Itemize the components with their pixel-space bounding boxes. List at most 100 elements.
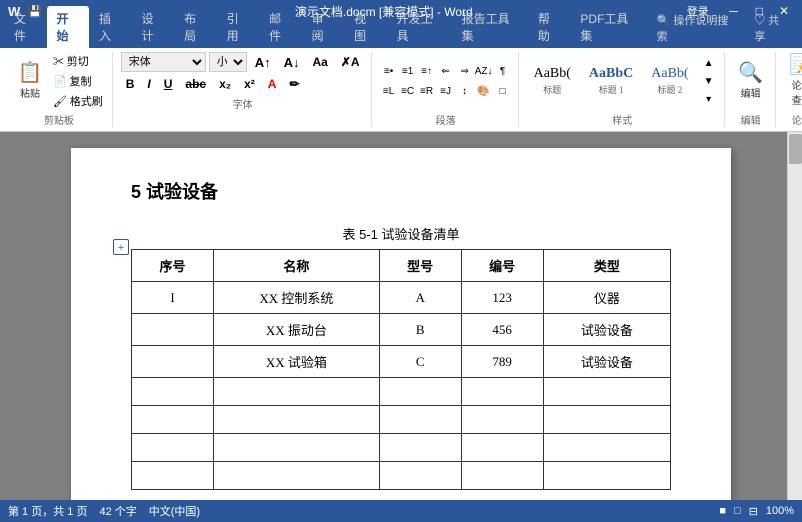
- sort-button[interactable]: AZ↓: [475, 62, 493, 80]
- cell-number[interactable]: [461, 434, 543, 462]
- share-button[interactable]: ♡ 共享: [744, 8, 798, 48]
- show-marks-button[interactable]: ¶: [494, 62, 512, 80]
- cell-model[interactable]: C: [379, 346, 461, 378]
- cell-type[interactable]: [543, 434, 670, 462]
- tab-report[interactable]: 报告工具集: [452, 6, 528, 48]
- copy-button[interactable]: 📄 复制: [50, 72, 106, 90]
- tab-layout[interactable]: 布局: [174, 6, 217, 48]
- font-grow-button[interactable]: A↑: [250, 52, 276, 72]
- cell-name[interactable]: XX 试验箱: [213, 346, 379, 378]
- table-row[interactable]: [132, 406, 671, 434]
- cell-seq[interactable]: I: [132, 282, 214, 314]
- table-row[interactable]: I XX 控制系统 A 123 仪器: [132, 282, 671, 314]
- cell-seq[interactable]: [132, 378, 214, 406]
- tab-help[interactable]: 帮助: [528, 6, 571, 48]
- table-row[interactable]: [132, 462, 671, 490]
- font-color-button[interactable]: A: [263, 74, 282, 94]
- find-button[interactable]: 🔍 编辑: [733, 61, 769, 102]
- tab-search[interactable]: 🔍 操作说明搜索: [647, 8, 745, 48]
- cut-button[interactable]: ✂ 剪切: [50, 52, 106, 70]
- styles-expand[interactable]: ▾: [700, 90, 718, 108]
- tab-mailings[interactable]: 邮件: [259, 6, 302, 48]
- cell-number[interactable]: 456: [461, 314, 543, 346]
- table-row[interactable]: [132, 434, 671, 462]
- align-right-button[interactable]: ≡R: [418, 82, 436, 100]
- scrollbar-thumb[interactable]: [789, 134, 802, 164]
- cell-seq[interactable]: [132, 434, 214, 462]
- bullets-button[interactable]: ≡•: [380, 62, 398, 80]
- decrease-indent-button[interactable]: ⇐: [437, 62, 455, 80]
- bold-button[interactable]: B: [121, 74, 140, 94]
- underline-button[interactable]: U: [159, 74, 178, 94]
- cell-name[interactable]: [213, 406, 379, 434]
- font-size-select[interactable]: 小三 三号 小四: [209, 52, 247, 72]
- cell-number[interactable]: 789: [461, 346, 543, 378]
- multilevel-button[interactable]: ≡↑: [418, 62, 436, 80]
- styles-scroll-up[interactable]: ▲: [700, 54, 718, 72]
- font-shrink-button[interactable]: A↓: [279, 52, 305, 72]
- clear-format-button[interactable]: ✗A: [336, 52, 365, 72]
- table-row[interactable]: XX 振动台 B 456 试验设备: [132, 314, 671, 346]
- cell-number[interactable]: [461, 462, 543, 490]
- cell-type[interactable]: 试验设备: [543, 314, 670, 346]
- cell-number[interactable]: [461, 406, 543, 434]
- tab-view[interactable]: 视图: [344, 6, 387, 48]
- cell-model[interactable]: [379, 406, 461, 434]
- cell-type[interactable]: 仪器: [543, 282, 670, 314]
- tab-design[interactable]: 设计: [132, 6, 175, 48]
- cell-name[interactable]: [213, 378, 379, 406]
- superscript-button[interactable]: x²: [239, 74, 260, 94]
- cell-seq[interactable]: [132, 346, 214, 378]
- paper-check-button[interactable]: 📝 论文查重: [784, 53, 802, 109]
- tab-pdf[interactable]: PDF工具集: [570, 6, 646, 48]
- shading-button[interactable]: 🎨: [475, 82, 493, 100]
- tab-home[interactable]: 开始: [47, 6, 90, 48]
- cell-name[interactable]: [213, 434, 379, 462]
- cell-seq[interactable]: [132, 462, 214, 490]
- cell-name[interactable]: XX 控制系统: [213, 282, 379, 314]
- style-heading1[interactable]: AaBbC 标题 1: [582, 63, 640, 99]
- vertical-scrollbar[interactable]: [787, 132, 802, 500]
- read-mode-icon[interactable]: ■: [719, 505, 726, 517]
- style-heading2[interactable]: AaBb( 标题 2: [644, 63, 695, 99]
- cell-type[interactable]: [543, 378, 670, 406]
- tab-file[interactable]: 文件: [4, 6, 47, 48]
- cell-seq[interactable]: [132, 314, 214, 346]
- cell-name[interactable]: XX 振动台: [213, 314, 379, 346]
- cell-model[interactable]: [379, 434, 461, 462]
- cell-number[interactable]: 123: [461, 282, 543, 314]
- subscript-button[interactable]: x₂: [214, 74, 236, 94]
- table-row[interactable]: XX 试验箱 C 789 试验设备: [132, 346, 671, 378]
- increase-indent-button[interactable]: ⇒: [456, 62, 474, 80]
- borders-button[interactable]: □: [494, 82, 512, 100]
- paste-button[interactable]: 📋 粘贴: [12, 61, 48, 102]
- tab-developer[interactable]: 开发工具: [387, 6, 452, 48]
- style-default[interactable]: AaBb( 标题: [527, 63, 578, 99]
- cell-model[interactable]: A: [379, 282, 461, 314]
- tab-review[interactable]: 审阅: [302, 6, 345, 48]
- format-painter-button[interactable]: 🖌 格式刷: [50, 92, 106, 110]
- change-case-button[interactable]: Aa: [308, 52, 333, 72]
- italic-button[interactable]: I: [142, 74, 155, 94]
- add-row-button[interactable]: +: [113, 239, 129, 255]
- cell-seq[interactable]: [132, 406, 214, 434]
- font-name-select[interactable]: 宋体: [121, 52, 206, 72]
- tab-insert[interactable]: 插入: [89, 6, 132, 48]
- cell-name[interactable]: [213, 462, 379, 490]
- cell-type[interactable]: [543, 406, 670, 434]
- print-layout-icon[interactable]: □: [734, 505, 741, 517]
- styles-scroll-down[interactable]: ▼: [700, 72, 718, 90]
- cell-type[interactable]: [543, 462, 670, 490]
- numbering-button[interactable]: ≡1: [399, 62, 417, 80]
- cell-number[interactable]: [461, 378, 543, 406]
- tab-references[interactable]: 引用: [217, 6, 260, 48]
- zoom-level[interactable]: 100%: [766, 505, 794, 517]
- cell-model[interactable]: [379, 462, 461, 490]
- cell-type[interactable]: 试验设备: [543, 346, 670, 378]
- highlight-button[interactable]: ✏: [284, 74, 304, 94]
- align-center-button[interactable]: ≡C: [399, 82, 417, 100]
- table-row[interactable]: [132, 378, 671, 406]
- web-layout-icon[interactable]: ⊟: [749, 505, 758, 518]
- line-spacing-button[interactable]: ↕: [456, 82, 474, 100]
- justify-button[interactable]: ≡J: [437, 82, 455, 100]
